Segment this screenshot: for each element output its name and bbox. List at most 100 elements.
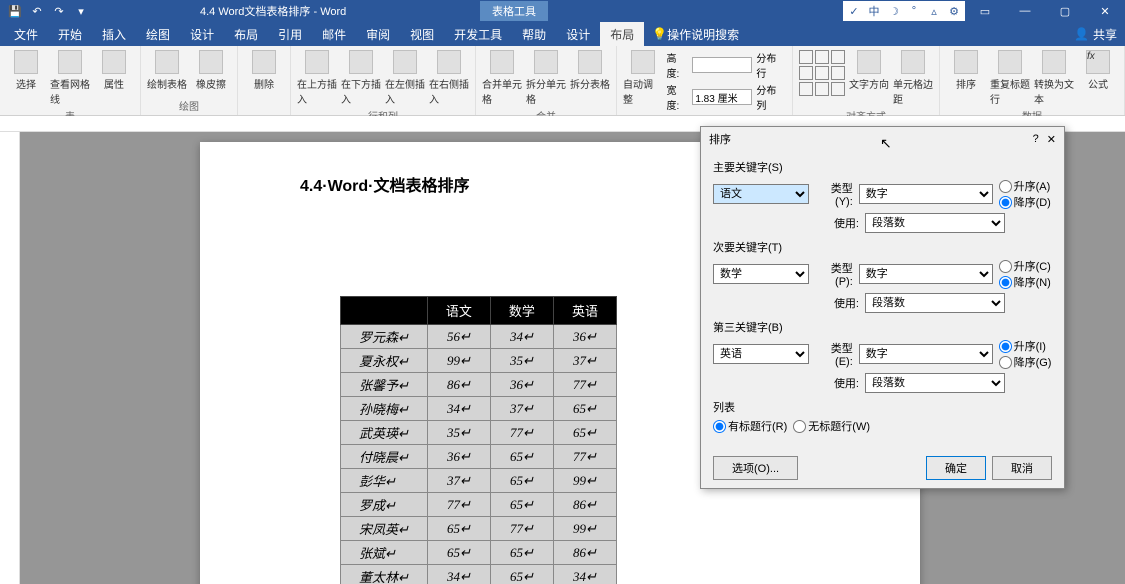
delete-button[interactable]: 删除 [244, 50, 284, 91]
gridlines-button[interactable]: 查看网格线 [50, 50, 90, 106]
type1-combo[interactable]: 数字 [859, 184, 993, 204]
align-tr[interactable] [831, 50, 845, 64]
tab-file[interactable]: 文件 [4, 22, 48, 46]
align-mr[interactable] [831, 66, 845, 80]
key2-combo[interactable]: 数学 [713, 264, 809, 284]
select-button[interactable]: 选择 [6, 50, 46, 91]
table-row[interactable]: 董太林↵34↵65↵34↵ [341, 565, 617, 584]
align-tl[interactable] [799, 50, 813, 64]
ribbon-options-icon[interactable]: ▭ [965, 0, 1005, 22]
table-row[interactable]: 张馨予↵86↵36↵77↵ [341, 373, 617, 397]
table-row[interactable]: 宋凤英↵65↵77↵99↵ [341, 517, 617, 541]
width-input[interactable] [692, 89, 752, 105]
icon2[interactable]: 中 [865, 3, 883, 19]
align-bl[interactable] [799, 82, 813, 96]
tab-developer[interactable]: 开发工具 [444, 22, 512, 46]
key3-combo[interactable]: 英语 [713, 344, 809, 364]
table-row[interactable]: 夏永权↵99↵35↵37↵ [341, 349, 617, 373]
insert-below-button[interactable]: 在下方插入 [341, 50, 381, 106]
tab-insert[interactable]: 插入 [92, 22, 136, 46]
gear-icon[interactable]: ⚙ [945, 3, 963, 19]
insert-right-button[interactable]: 在右侧插入 [429, 50, 469, 106]
align-br[interactable] [831, 82, 845, 96]
tab-help[interactable]: 帮助 [512, 22, 556, 46]
use1-combo[interactable]: 段落数 [865, 213, 1005, 233]
table-row[interactable]: 彭华↵37↵65↵99↵ [341, 469, 617, 493]
repeat-header-button[interactable]: 重复标题行 [990, 50, 1030, 106]
table-row[interactable]: 罗成↵77↵65↵86↵ [341, 493, 617, 517]
distribute-cols-button[interactable]: 分布列 [756, 82, 786, 112]
insert-above-button[interactable]: 在上方插入 [297, 50, 337, 106]
draw-table-button[interactable]: 绘制表格 [147, 50, 187, 91]
close-icon[interactable]: ✕ [1047, 133, 1056, 146]
table-row[interactable]: 罗元森↵56↵34↵36↵ [341, 325, 617, 349]
tell-me-search[interactable]: 💡 操作说明搜索 [644, 26, 739, 43]
help-icon[interactable]: ? [1033, 133, 1039, 146]
context-tab[interactable]: 表格工具 [480, 1, 548, 21]
tab-view[interactable]: 视图 [400, 22, 444, 46]
formula-button[interactable]: fx公式 [1078, 50, 1118, 91]
text-direction-button[interactable]: 文字方向 [849, 50, 889, 91]
icon4[interactable]: ° [905, 3, 923, 19]
header-yes-radio[interactable] [713, 420, 726, 433]
type2-combo[interactable]: 数字 [859, 264, 993, 284]
align-bc[interactable] [815, 82, 829, 96]
table-row[interactable]: 武英瑛↵35↵77↵65↵ [341, 421, 617, 445]
type3-combo[interactable]: 数字 [859, 344, 993, 364]
asc1-radio[interactable] [999, 180, 1012, 193]
autofit-button[interactable]: 自动调整 [623, 50, 663, 106]
align-ml[interactable] [799, 66, 813, 80]
icon5[interactable]: ▵ [925, 3, 943, 19]
height-input[interactable] [692, 57, 752, 73]
key1-combo[interactable]: 语文 [713, 184, 809, 204]
tab-references[interactable]: 引用 [268, 22, 312, 46]
tab-table-design[interactable]: 设计 [556, 22, 600, 46]
undo-icon[interactable]: ↶ [30, 4, 44, 18]
customize-icon[interactable]: ▾ [74, 4, 88, 18]
share-button[interactable]: 👤 共享 [1074, 26, 1117, 43]
maximize-icon[interactable]: ▢ [1045, 0, 1085, 22]
asc3-radio[interactable] [999, 340, 1012, 353]
properties-button[interactable]: 属性 [94, 50, 134, 91]
cancel-button[interactable]: 取消 [992, 456, 1052, 480]
group-draw: 绘图 [147, 98, 231, 113]
sort-button[interactable]: 排序 [946, 50, 986, 91]
asc2-radio[interactable] [999, 260, 1012, 273]
eraser-button[interactable]: 橡皮擦 [191, 50, 231, 91]
tab-table-layout[interactable]: 布局 [600, 22, 644, 46]
split-cells-button[interactable]: 拆分单元格 [526, 50, 566, 106]
table-row[interactable]: 孙晓梅↵34↵37↵65↵ [341, 397, 617, 421]
table-row[interactable]: 付晓晨↵36↵65↵77↵ [341, 445, 617, 469]
icon1[interactable]: ✓ [845, 3, 863, 19]
data-table[interactable]: 语文数学英语 罗元森↵56↵34↵36↵夏永权↵99↵35↵37↵张馨予↵86↵… [340, 296, 617, 584]
minimize-icon[interactable]: — [1005, 0, 1045, 22]
tab-home[interactable]: 开始 [48, 22, 92, 46]
save-icon[interactable]: 💾 [8, 4, 22, 18]
options-button[interactable]: 选项(O)... [713, 456, 798, 480]
header-no-radio[interactable] [793, 420, 806, 433]
list-label: 列表 [713, 399, 1052, 415]
distribute-rows-button[interactable]: 分布行 [756, 50, 786, 80]
insert-left-button[interactable]: 在左侧插入 [385, 50, 425, 106]
tab-layout[interactable]: 布局 [224, 22, 268, 46]
desc1-radio[interactable] [999, 196, 1012, 209]
ok-button[interactable]: 确定 [926, 456, 986, 480]
align-mc[interactable] [815, 66, 829, 80]
convert-text-button[interactable]: 转换为文本 [1034, 50, 1074, 106]
use2-combo[interactable]: 段落数 [865, 293, 1005, 313]
tab-mailings[interactable]: 邮件 [312, 22, 356, 46]
use3-combo[interactable]: 段落数 [865, 373, 1005, 393]
desc3-radio[interactable] [999, 356, 1012, 369]
close-icon[interactable]: ✕ [1085, 0, 1125, 22]
redo-icon[interactable]: ↷ [52, 4, 66, 18]
tab-design[interactable]: 设计 [180, 22, 224, 46]
align-tc[interactable] [815, 50, 829, 64]
merge-cells-button[interactable]: 合并单元格 [482, 50, 522, 106]
tab-review[interactable]: 审阅 [356, 22, 400, 46]
split-table-button[interactable]: 拆分表格 [570, 50, 610, 91]
tab-draw[interactable]: 绘图 [136, 22, 180, 46]
table-row[interactable]: 张斌↵65↵65↵86↵ [341, 541, 617, 565]
moon-icon[interactable]: ☽ [885, 3, 903, 19]
desc2-radio[interactable] [999, 276, 1012, 289]
cell-margins-button[interactable]: 单元格边距 [893, 50, 933, 106]
